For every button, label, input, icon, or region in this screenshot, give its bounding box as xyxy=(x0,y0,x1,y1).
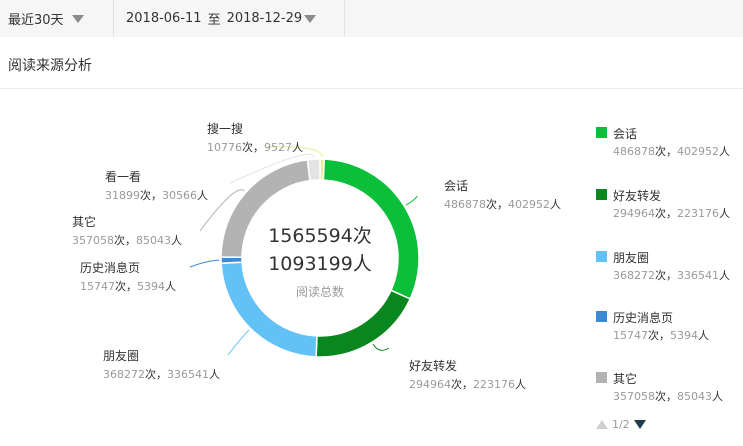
donut-slice-3[interactable] xyxy=(315,289,412,358)
label-leader-line xyxy=(405,195,418,206)
date-separator: 至 xyxy=(207,13,221,28)
chevron-down-icon xyxy=(71,14,84,23)
range-select-label: 最近30天 xyxy=(8,13,64,28)
legend-swatch xyxy=(596,189,607,200)
center-total-count: 1565594次 xyxy=(268,225,372,247)
section-title: 阅读来源分析 xyxy=(8,58,92,74)
divider xyxy=(113,0,114,37)
legend-swatch xyxy=(596,127,607,138)
legend-name: 朋友圈 xyxy=(613,251,650,265)
slice-label-stats: 357058次，85043人 xyxy=(72,233,182,247)
legend-stats: 15747次，5394人 xyxy=(613,329,709,342)
page-down-icon[interactable] xyxy=(633,420,646,429)
legend-stats: 357058次，85043人 xyxy=(613,390,723,403)
slice-label-stats: 294964次，223176人 xyxy=(409,377,526,391)
chevron-down-icon xyxy=(304,14,317,23)
legend-name: 会话 xyxy=(613,127,638,141)
legend-swatch xyxy=(596,372,607,383)
date-end: 2018-12-29 xyxy=(226,11,303,26)
label-leader-line xyxy=(189,259,220,268)
legend-pager: 1/2 xyxy=(596,418,646,431)
slice-label-name: 朋友圈 xyxy=(103,349,139,363)
legend-page-indicator: 1/2 xyxy=(612,418,630,431)
range-select[interactable]: 最近30天 xyxy=(8,0,84,37)
date-start: 2018-06-11 xyxy=(126,11,202,26)
slice-label-stats: 15747次，5394人 xyxy=(80,279,176,293)
slice-label-name: 其它 xyxy=(72,214,96,229)
legend-swatch xyxy=(596,251,607,262)
center-label: 阅读总数 xyxy=(296,284,344,299)
page-up-icon[interactable] xyxy=(596,420,608,429)
legend-name: 好友转发 xyxy=(613,189,662,203)
slice-label-name: 看一看 xyxy=(105,170,141,184)
divider xyxy=(344,0,345,37)
slice-label-stats: 31899次，30566人 xyxy=(105,188,208,202)
legend-name: 历史消息页 xyxy=(613,311,674,325)
slice-label-stats: 368272次，336541人 xyxy=(103,367,220,381)
label-leader-line xyxy=(227,329,250,356)
slice-label-name: 会话 xyxy=(444,179,468,193)
slice-label-name: 搜一搜 xyxy=(207,121,243,136)
donut-slice-4[interactable] xyxy=(220,261,318,358)
slice-label-name: 历史消息页 xyxy=(80,260,140,275)
slice-label-name: 好友转发 xyxy=(409,358,457,373)
filter-bar: 最近30天 2018-06-11 至 2018-12-29 xyxy=(0,0,743,37)
slice-label-stats: 486878次，402952人 xyxy=(444,197,561,211)
date-range-select[interactable]: 2018-06-11 至 2018-12-29 xyxy=(126,0,317,37)
donut-slice-7[interactable] xyxy=(306,158,321,182)
legend-stats: 486878次，402952人 xyxy=(613,145,730,158)
legend-stats: 368272次，336541人 xyxy=(613,269,730,282)
legend-swatch xyxy=(596,311,607,322)
donut-slice-5[interactable] xyxy=(220,256,243,265)
label-leader-line xyxy=(372,343,390,351)
slice-label-stats: 10776次，9527人 xyxy=(207,140,303,154)
reading-source-donut-chart: 搜一搜 10776次，9527人会话 486878次，402952人好友转发 2949… xyxy=(72,121,561,391)
legend-name: 其它 xyxy=(613,372,638,386)
center-total-people: 1093199人 xyxy=(268,253,372,275)
legend-stats: 294964次，223176人 xyxy=(613,207,730,220)
